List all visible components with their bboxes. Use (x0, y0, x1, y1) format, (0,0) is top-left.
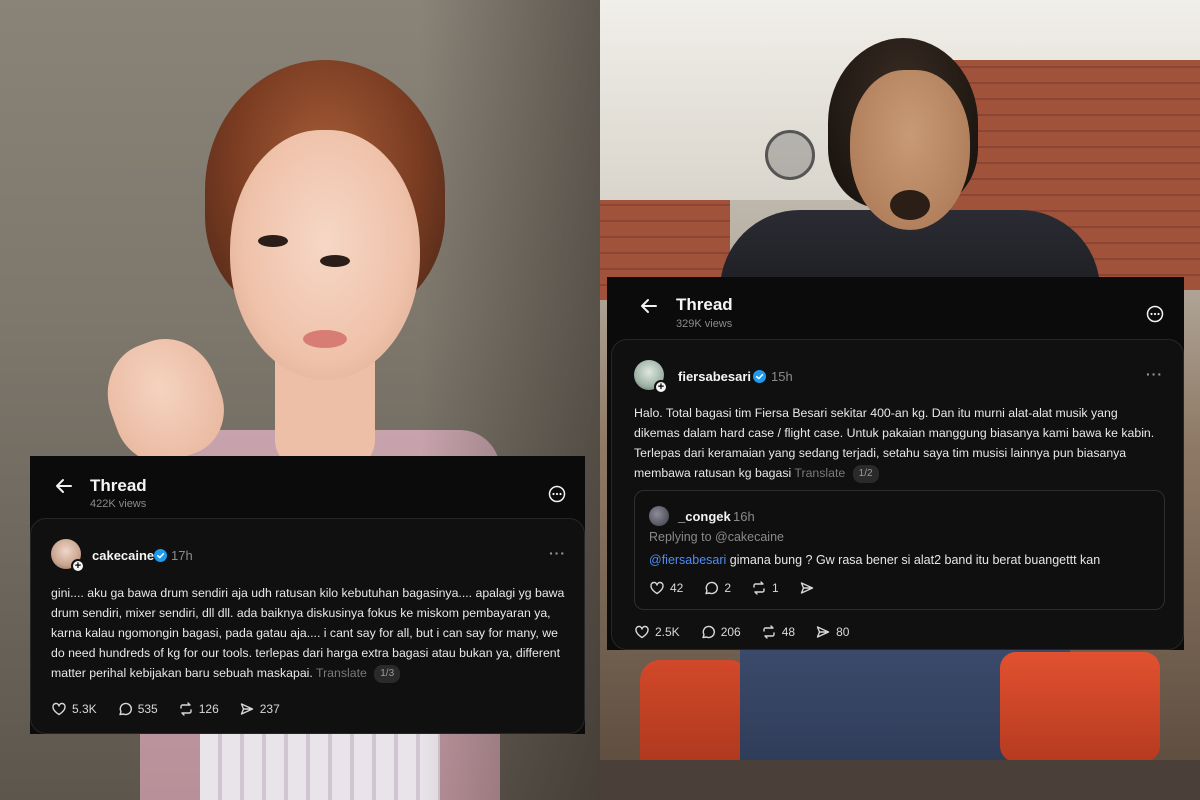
heart-icon (635, 625, 649, 639)
avatar[interactable]: + (51, 539, 85, 573)
repost-button[interactable]: 48 (761, 624, 795, 640)
quote-actions: 42 2 1 (649, 580, 840, 596)
share-icon (816, 626, 830, 638)
repost-button[interactable]: 126 (178, 701, 219, 717)
thread-title: Thread (676, 295, 733, 314)
back-arrow-icon[interactable] (639, 296, 659, 316)
verified-badge-icon (154, 549, 167, 562)
post-text: Halo. Total bagasi tim Fiersa Besari sek… (634, 406, 1155, 480)
quote-text: gimana bung ? Gw rasa bener si alat2 ban… (726, 553, 1101, 567)
photo-eye-right (320, 255, 350, 267)
repost-icon (180, 702, 192, 716)
share-count: 80 (836, 625, 850, 639)
repost-icon (753, 581, 765, 595)
thread-title: Thread (90, 476, 147, 495)
like-button[interactable]: 2.5K (634, 624, 680, 640)
thread-post: + cakecaine 17h ··· gini.... aku ga bawa… (30, 518, 585, 734)
share-button[interactable]: 237 (239, 701, 280, 717)
translate-link[interactable]: Translate (794, 466, 845, 480)
thread-post: + fiersabesari 15h ··· Halo. Total bagas… (611, 339, 1184, 650)
post-actions: 2.5K 206 48 80 (634, 624, 869, 640)
quote-mention[interactable]: @fiersabesari (649, 553, 726, 567)
photo-floor (600, 760, 1200, 800)
quote-avatar[interactable] (649, 506, 669, 526)
quote-share-button[interactable] (799, 580, 820, 596)
reply-button[interactable]: 535 (117, 701, 158, 717)
comment-icon (705, 581, 719, 595)
more-dots-icon[interactable]: ··· (1146, 366, 1163, 382)
post-time: 17h (171, 548, 193, 563)
heart-icon (650, 581, 664, 595)
quote-reply-count: 2 (724, 581, 732, 595)
thread-card-fiersabesari: Thread 329K views + fiersabesari 15h ···… (607, 277, 1184, 650)
verified-badge-icon (753, 370, 766, 383)
follow-plus-icon[interactable]: + (654, 380, 668, 394)
thread-views: 422K views (90, 498, 147, 510)
avatar[interactable]: + (634, 360, 668, 394)
comment-icon (118, 702, 132, 716)
post-body: gini.... aku ga bawa drum sendiri aja ud… (51, 583, 566, 683)
reply-button[interactable]: 206 (700, 624, 741, 640)
like-count: 5.3K (72, 702, 97, 716)
repost-count: 126 (198, 702, 219, 716)
repost-count: 48 (781, 625, 796, 639)
thread-header: Thread 422K views (30, 456, 585, 516)
quote-repost-count: 1 (772, 581, 779, 595)
post-username[interactable]: fiersabesari (678, 369, 751, 384)
share-icon (800, 582, 813, 594)
translate-link[interactable]: Translate (316, 666, 367, 680)
thread-pager: 1/3 (374, 665, 401, 683)
back-arrow-icon[interactable] (54, 476, 74, 496)
thread-pager: 1/2 (852, 465, 879, 483)
more-circle-icon[interactable] (548, 485, 566, 503)
share-count: 237 (259, 702, 280, 716)
comment-icon (701, 625, 715, 639)
like-button[interactable]: 5.3K (51, 701, 97, 717)
post-time: 15h (771, 369, 793, 384)
photo-eye-left (258, 235, 288, 247)
photo-lips (303, 330, 347, 348)
post-body: Halo. Total bagasi tim Fiersa Besari sek… (634, 403, 1164, 483)
quote-time: 16h (733, 509, 755, 524)
post-actions: 5.3K 535 126 237 (51, 701, 300, 717)
repost-icon (763, 625, 775, 639)
quoted-post[interactable]: _congek 16h Replying to @cakecaine @fier… (634, 490, 1165, 610)
more-dots-icon[interactable]: ··· (549, 545, 566, 561)
more-circle-icon[interactable] (1146, 305, 1164, 323)
quote-repost-button[interactable]: 1 (751, 580, 779, 596)
thread-views: 329K views (676, 318, 733, 330)
quote-body: @fiersabesari gimana bung ? Gw rasa bene… (649, 553, 1154, 567)
quote-like-count: 42 (670, 581, 684, 595)
share-button[interactable]: 80 (815, 624, 849, 640)
reply-count: 206 (720, 625, 741, 639)
like-count: 2.5K (655, 625, 680, 639)
heart-icon (52, 702, 66, 716)
quote-replying-to: Replying to @cakecaine (649, 530, 784, 544)
thread-card-cakecaine: Thread 422K views + cakecaine 17h ··· gi… (30, 456, 585, 734)
post-text: gini.... aku ga bawa drum sendiri aja ud… (51, 586, 565, 680)
photo-corset (200, 730, 440, 800)
follow-plus-icon[interactable]: + (71, 559, 85, 573)
quote-reply-button[interactable]: 2 (703, 580, 731, 596)
reply-count: 535 (137, 702, 158, 716)
photo-wall-fan (765, 130, 815, 180)
share-icon (240, 703, 253, 715)
photo-orange-bag (1000, 652, 1160, 762)
quote-username[interactable]: _congek (678, 509, 731, 524)
thread-header: Thread 329K views (607, 277, 1184, 337)
quote-like-button[interactable]: 42 (649, 580, 683, 596)
post-username[interactable]: cakecaine (92, 548, 154, 563)
photo-goatee (890, 190, 930, 220)
